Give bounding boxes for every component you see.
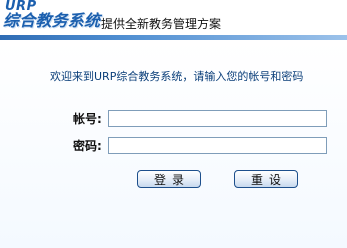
reset-button[interactable]: 重设 [234, 170, 298, 188]
header-slogan: 提供全新教务管理方案 [101, 17, 222, 31]
login-page: URP 综合教务系统 提供全新教务管理方案 欢迎来到URP综合教务系统，请输入您… [0, 0, 347, 248]
password-input[interactable] [108, 137, 327, 154]
account-input[interactable] [108, 110, 327, 127]
header: URP 综合教务系统 提供全新教务管理方案 [0, 0, 347, 36]
logo-system-name: 综合教务系统 [3, 11, 101, 30]
password-label: 密码: [73, 139, 102, 153]
account-label: 帐号: [73, 112, 102, 126]
welcome-message: 欢迎来到URP综合教务系统，请输入您的帐号和密码 [50, 70, 304, 83]
login-button[interactable]: 登录 [137, 170, 201, 188]
